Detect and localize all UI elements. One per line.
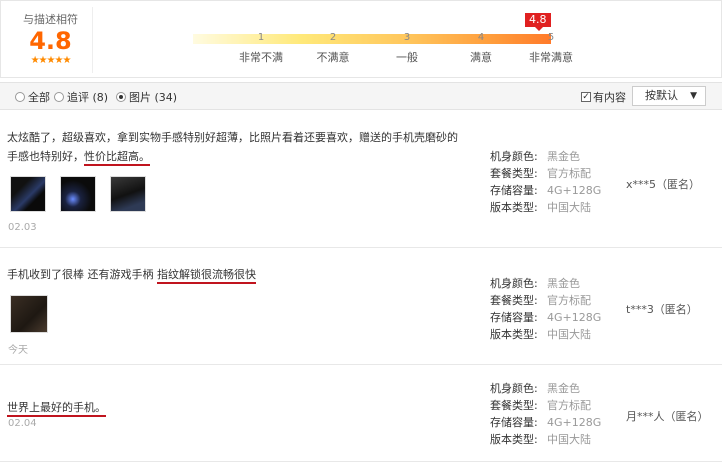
checkbox-checked-icon[interactable]: ✓: [581, 92, 591, 102]
spec-value: 中国大陆: [547, 201, 591, 214]
review-highlight: 指纹解锁很流畅很快: [157, 268, 256, 284]
star-rating-icon: ★★★★★: [30, 55, 72, 66]
chevron-down-icon: ▼: [690, 91, 697, 101]
filter-followup-radio[interactable]: 追评 (8): [54, 89, 108, 105]
spec-value: 官方标配: [547, 294, 591, 307]
has-content-checkbox[interactable]: ✓ 有内容: [581, 89, 626, 105]
review-photo-thumbnail[interactable]: [10, 295, 48, 333]
spec-value: 中国大陆: [547, 328, 591, 341]
review-date: 今天: [8, 345, 28, 356]
product-spec: 机身颜色: 黑金色 套餐类型: 官方标配 存储容量: 4G+128G 版本类型: 中国大…: [490, 275, 601, 343]
radio-checked-icon[interactable]: [116, 92, 126, 102]
spec-key: 存储容量:: [490, 416, 538, 429]
spec-value: 官方标配: [547, 399, 591, 412]
tick-number: 2: [329, 32, 337, 43]
review-highlight: 世界上最好的手机。: [7, 401, 106, 417]
filter-followup-label: 追评 (8): [67, 91, 109, 104]
spec-key: 版本类型:: [490, 328, 538, 341]
spec-key: 机身颜色:: [490, 150, 538, 163]
review-item: 手机收到了很棒 还有游戏手柄 指纹解锁很流畅很快 今天 机身颜色: 黑金色 套餐类…: [0, 249, 722, 365]
filter-images-label: 图片 (34): [129, 91, 178, 104]
product-spec: 机身颜色: 黑金色 套餐类型: 官方标配 存储容量: 4G+128G 版本类型: 中国大…: [490, 380, 601, 448]
review-date: 02.03: [8, 222, 37, 233]
spec-key: 套餐类型:: [490, 167, 538, 180]
reviewer-name: 月***人（匿名）: [626, 410, 709, 423]
review-text: 手机收到了很棒 还有游戏手柄 指纹解锁很流畅很快: [7, 265, 467, 284]
filter-images-radio[interactable]: 图片 (34): [116, 89, 177, 105]
sort-dropdown[interactable]: 按默认 ▼: [632, 86, 706, 106]
tick-number: 5: [547, 32, 555, 43]
tick-number: 1: [257, 32, 265, 43]
review-item: 太炫酷了，超级喜欢，拿到实物手感特别好超薄，比照片看着还要喜欢，赠送的手机壳磨砂…: [0, 112, 722, 248]
radio-icon[interactable]: [54, 92, 64, 102]
sort-label: 按默认: [645, 89, 678, 102]
spec-value: 4G+128G: [547, 311, 602, 324]
spec-key: 机身颜色:: [490, 277, 538, 290]
score-label: 与描述相符: [23, 13, 78, 26]
tick-label: 非常满意: [529, 51, 573, 64]
spec-key: 存储容量:: [490, 184, 538, 197]
rating-marker-badge: 4.8: [525, 13, 551, 31]
rating-summary: 与描述相符 4.8 ★★★★★ 4.8 1 2 3 4 5 非常不满 不满意 一…: [0, 0, 722, 78]
spec-value: 黑金色: [547, 150, 580, 163]
has-content-label: 有内容: [593, 91, 626, 104]
product-spec: 机身颜色: 黑金色 套餐类型: 官方标配 存储容量: 4G+128G 版本类型: 中国大…: [490, 148, 601, 216]
tick-number: 4: [477, 32, 485, 43]
review-highlight: 性价比超高。: [84, 150, 150, 166]
tick-label: 非常不满: [239, 51, 283, 64]
tick-number: 3: [403, 32, 411, 43]
review-text-plain: 手机收到了很棒 还有游戏手柄: [7, 268, 157, 281]
review-thumbnails: [10, 295, 62, 333]
review-text-plain: 手感也特别好，: [7, 150, 84, 163]
filter-bar: 全部 追评 (8) 图片 (34) ✓ 有内容 按默认 ▼: [0, 82, 722, 110]
review-date: 02.04: [8, 418, 37, 429]
filter-all-label: 全部: [28, 91, 50, 104]
reviewer-name: x***5（匿名）: [626, 178, 701, 191]
tick-label: 满意: [470, 51, 492, 64]
filter-all-radio[interactable]: 全部: [15, 89, 50, 105]
spec-value: 4G+128G: [547, 184, 602, 197]
spec-key: 存储容量:: [490, 311, 538, 324]
spec-key: 套餐类型:: [490, 294, 538, 307]
score-block: 与描述相符 4.8 ★★★★★: [9, 7, 93, 73]
spec-value: 黑金色: [547, 382, 580, 395]
review-photo-thumbnail[interactable]: [60, 176, 96, 212]
review-photo-thumbnail[interactable]: [110, 176, 146, 212]
spec-value: 中国大陆: [547, 433, 591, 446]
review-thumbnails: [10, 176, 160, 212]
spec-value: 官方标配: [547, 167, 591, 180]
spec-key: 版本类型:: [490, 201, 538, 214]
score-value: 4.8: [29, 27, 72, 55]
spec-key: 套餐类型:: [490, 399, 538, 412]
review-text: 太炫酷了，超级喜欢，拿到实物手感特别好超薄，比照片看着还要喜欢，赠送的手机壳磨砂…: [7, 128, 467, 166]
spec-value: 4G+128G: [547, 416, 602, 429]
review-text: 世界上最好的手机。: [7, 398, 467, 417]
tick-label: 一般: [396, 51, 418, 64]
reviewer-name: t***3（匿名）: [626, 303, 698, 316]
spec-value: 黑金色: [547, 277, 580, 290]
review-item: 世界上最好的手机。 02.04 机身颜色: 黑金色 套餐类型: 官方标配 存储容量:…: [0, 366, 722, 462]
rating-scale: 4.8 1 2 3 4 5 非常不满 不满意 一般 满意 非常满意: [193, 13, 573, 64]
spec-key: 版本类型:: [490, 433, 538, 446]
review-text-line: 太炫酷了，超级喜欢，拿到实物手感特别好超薄，比照片看着还要喜欢，赠送的手机壳磨砂…: [7, 131, 458, 144]
spec-key: 机身颜色:: [490, 382, 538, 395]
review-text-line: 手感也特别好，性价比超高。: [7, 147, 467, 166]
review-photo-thumbnail[interactable]: [10, 176, 46, 212]
tick-label: 不满意: [316, 51, 350, 64]
radio-icon[interactable]: [15, 92, 25, 102]
